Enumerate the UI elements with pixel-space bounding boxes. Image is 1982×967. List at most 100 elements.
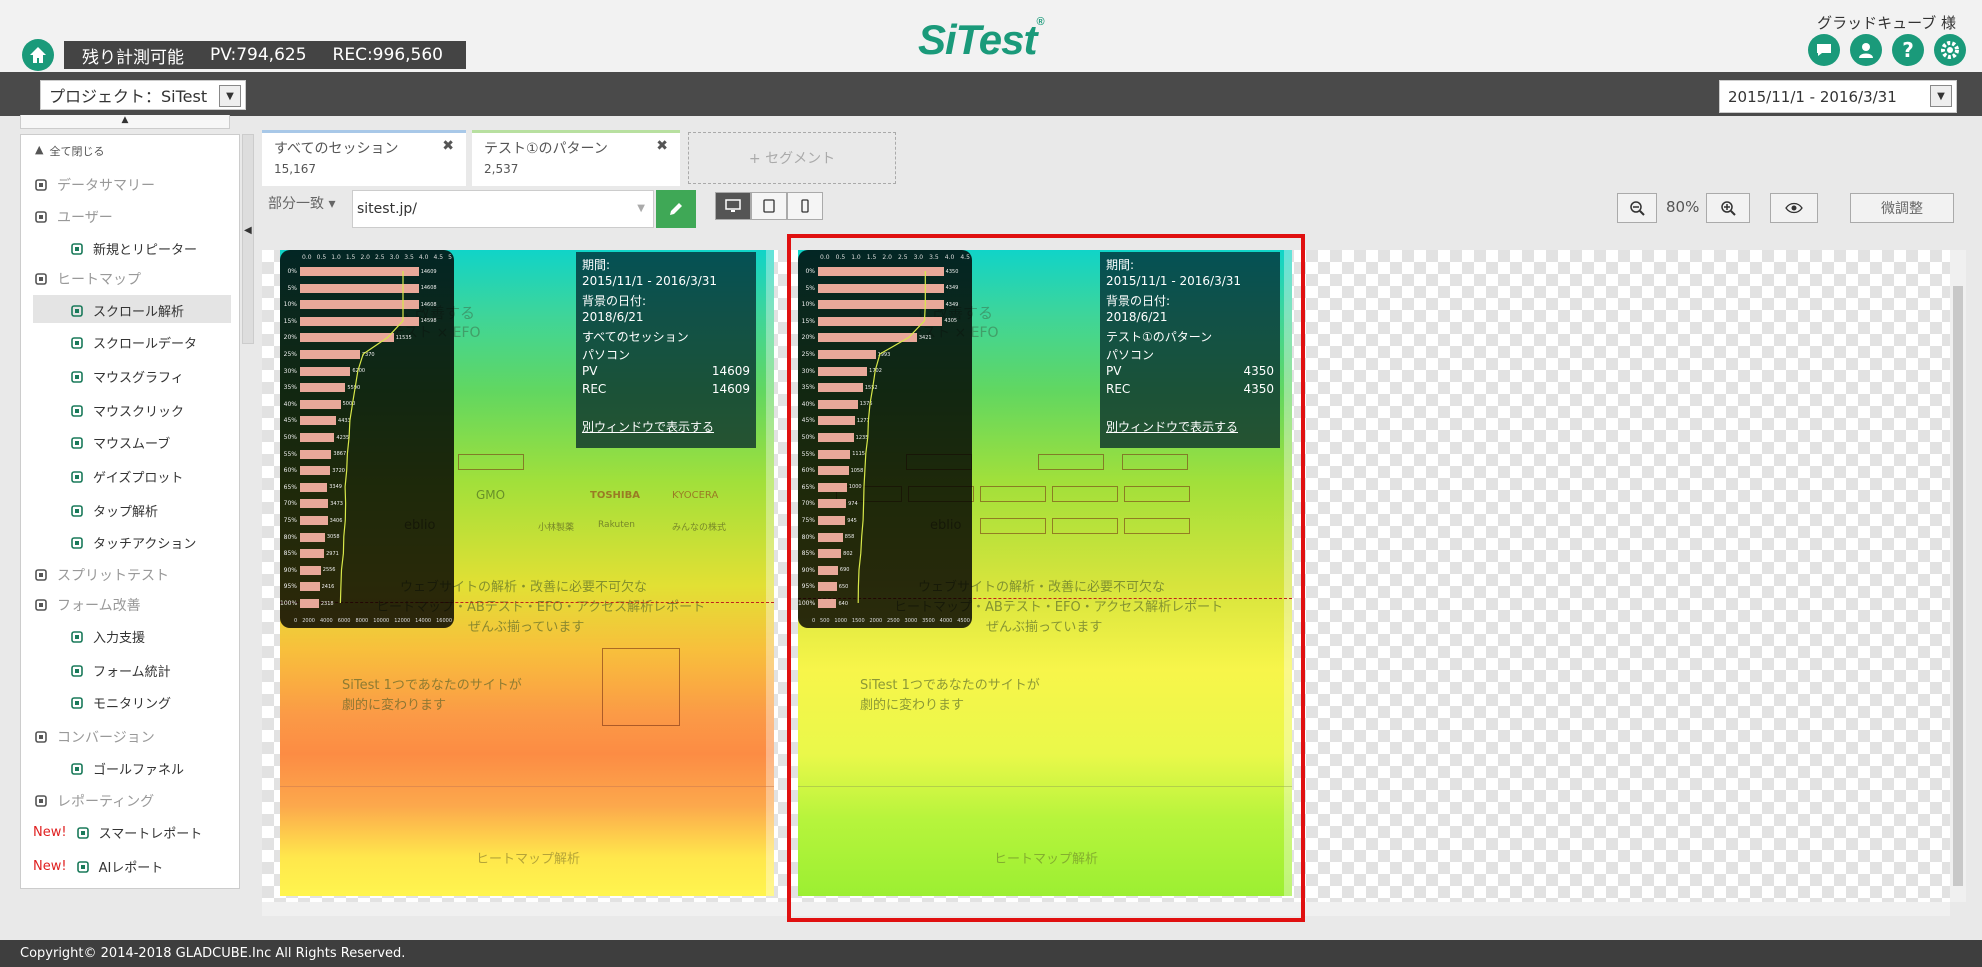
pencil-icon [670, 203, 682, 215]
tablet-icon [763, 199, 775, 213]
segment-tab-test-pattern[interactable]: テスト①のパターン 2,537 ✖ [472, 130, 680, 186]
date-range-select[interactable]: 2015/11/1 - 2016/3/31 ▼ [1719, 80, 1957, 113]
chevron-down-icon[interactable]: ▼ [637, 191, 645, 227]
sidebar-item-20[interactable]: New! スマートレポート [33, 823, 202, 842]
sidebar-item-15[interactable]: フォーム統計 [69, 661, 171, 680]
chat-icon[interactable] [1808, 34, 1840, 66]
collapse-all-label: 全て閉じる [49, 145, 105, 158]
input-assist-icon [69, 629, 85, 645]
trend-curve [339, 271, 404, 604]
url-input[interactable]: sitest.jp/ ▼ [352, 190, 654, 228]
home-button[interactable] [22, 39, 54, 71]
chevron-down-icon[interactable]: ▼ [219, 85, 241, 107]
brand-rakuten: Rakuten [598, 520, 635, 530]
sidebar-item-2[interactable]: 新規とリピーター [69, 239, 197, 258]
sidebar-item-5[interactable]: スクロールデータ [69, 333, 197, 352]
tick-label: 8000 [355, 618, 369, 624]
heatmap-icon [33, 271, 49, 287]
segment-name: テスト①のパターン [484, 141, 608, 157]
device-toggle [715, 192, 823, 220]
touch-icon [69, 535, 85, 551]
desktop-device-button[interactable] [715, 192, 751, 220]
heatmap-panel-1[interactable]: に改善する テスト × EFO TOSHIBA KYOCERA GMO ebli… [280, 250, 774, 896]
sidebar-item-9[interactable]: ゲイズプロット [69, 467, 183, 486]
sidebar-item-18[interactable]: ゴールファネル [69, 759, 184, 778]
sidebar-item-17[interactable]: コンバージョン [33, 727, 155, 747]
close-icon[interactable]: ✖ [442, 138, 454, 154]
brand-toshiba: TOSHIBA [590, 490, 640, 501]
sidebar-item-label: フォーム統計 [93, 665, 171, 680]
segment-name: すべてのセッション [274, 141, 399, 157]
add-segment-button[interactable]: + セグメント [688, 132, 896, 184]
footer-heading: ヒートマップ解析 [476, 852, 581, 867]
new-badge: New! [33, 825, 67, 840]
brand-kyocera: KYOCERA [672, 490, 719, 501]
home-icon [30, 47, 46, 63]
sidebar-item-4[interactable]: スクロール解析 [69, 301, 184, 320]
help-icon[interactable]: ? [1892, 34, 1924, 66]
heatmap-scrollbar[interactable] [766, 250, 774, 896]
mobile-device-button[interactable] [787, 192, 823, 220]
bg-date-value: 2018/6/21 [582, 310, 644, 324]
collapse-all[interactable]: ▲ 全て閉じる [35, 143, 104, 159]
rec-value: 14609 [711, 382, 750, 396]
sidebar-item-19[interactable]: レポーティング [33, 791, 154, 811]
sidebar-item-10[interactable]: タップ解析 [69, 501, 158, 520]
account-icon[interactable] [1850, 34, 1882, 66]
sidebar-item-0[interactable]: データサマリー [33, 175, 155, 195]
sidebar-collapse-tab[interactable]: ▲ [20, 115, 230, 129]
tick-label: 10000 [373, 618, 390, 624]
open-new-window-link[interactable]: 別ウィンドウで表示する [582, 420, 714, 434]
zoom-out-button[interactable] [1617, 193, 1657, 223]
sidebar-scrollbar[interactable] [242, 134, 254, 344]
selected-panel-highlight [787, 234, 1305, 922]
sidebar-item-7[interactable]: マウスクリック [69, 401, 184, 420]
zoom-in-button[interactable] [1706, 193, 1750, 223]
pv-label: PV [582, 364, 598, 378]
caret-up-icon: ▲ [35, 143, 44, 156]
toolbar [0, 72, 1982, 116]
chevron-down-icon[interactable]: ▼ [1930, 85, 1952, 107]
trend-line [339, 271, 404, 604]
sidebar-item-21[interactable]: New! AIレポート [33, 857, 163, 876]
sidebar-toggle-icon[interactable]: ◀ [244, 225, 252, 236]
rec-label: REC [582, 382, 607, 396]
sidebar-item-1[interactable]: ユーザー [33, 207, 113, 227]
logo-mark: ® [1036, 16, 1044, 28]
smart-report-icon [75, 825, 91, 841]
sidebar-item-label: タッチアクション [93, 537, 197, 552]
sidebar-item-8[interactable]: マウスムーブ [69, 433, 170, 452]
sidebar: ▲ 全て閉じる データサマリーユーザー新規とリピーターヒートマップスクロール解析… [20, 134, 240, 889]
fine-tune-button[interactable]: 微調整 [1850, 193, 1954, 223]
sidebar-item-11[interactable]: タッチアクション [69, 533, 196, 552]
tablet-device-button[interactable] [751, 192, 787, 220]
sidebar-item-label: コンバージョン [57, 730, 155, 746]
tap-icon [69, 503, 85, 519]
sidebar-item-12[interactable]: スプリットテスト [33, 565, 169, 585]
close-icon[interactable]: ✖ [656, 138, 668, 154]
top-icon-group: ? [1808, 34, 1966, 66]
gear-icon[interactable] [1934, 34, 1966, 66]
sidebar-item-16[interactable]: モニタリング [69, 693, 171, 712]
section-divider [280, 786, 774, 787]
scrollbar-thumb[interactable] [1953, 286, 1963, 886]
segment-count: 15,167 [274, 162, 316, 176]
vertical-scrollbar[interactable] [1950, 250, 1966, 902]
rec-remaining: REC:996,560 [332, 45, 443, 65]
scroll-icon [69, 303, 85, 319]
sidebar-item-13[interactable]: フォーム改善 [33, 595, 141, 615]
match-type-select[interactable]: 部分一致 ▾ [268, 193, 335, 213]
sidebar-item-6[interactable]: マウスグラフィ [69, 367, 184, 386]
segment-tab-all-sessions[interactable]: すべてのセッション 15,167 ✖ [262, 130, 466, 186]
visibility-toggle-button[interactable] [1770, 193, 1818, 223]
project-select[interactable]: プロジェクト：SiTest ▼ [40, 80, 246, 110]
zoom-level: 80% [1666, 198, 1700, 216]
edit-url-button[interactable] [656, 190, 696, 228]
sidebar-item-14[interactable]: 入力支援 [69, 627, 145, 646]
video-icon [69, 695, 85, 711]
chart-x-ticks-bottom: 0 2000 4000 6000 8000 10000 12000 14000 16000 [294, 618, 452, 624]
gaze-icon [69, 469, 85, 485]
sidebar-item-label: スプリットテスト [57, 568, 169, 584]
sidebar-item-3[interactable]: ヒートマップ [33, 269, 141, 289]
sidebar-item-label: ユーザー [57, 210, 113, 226]
